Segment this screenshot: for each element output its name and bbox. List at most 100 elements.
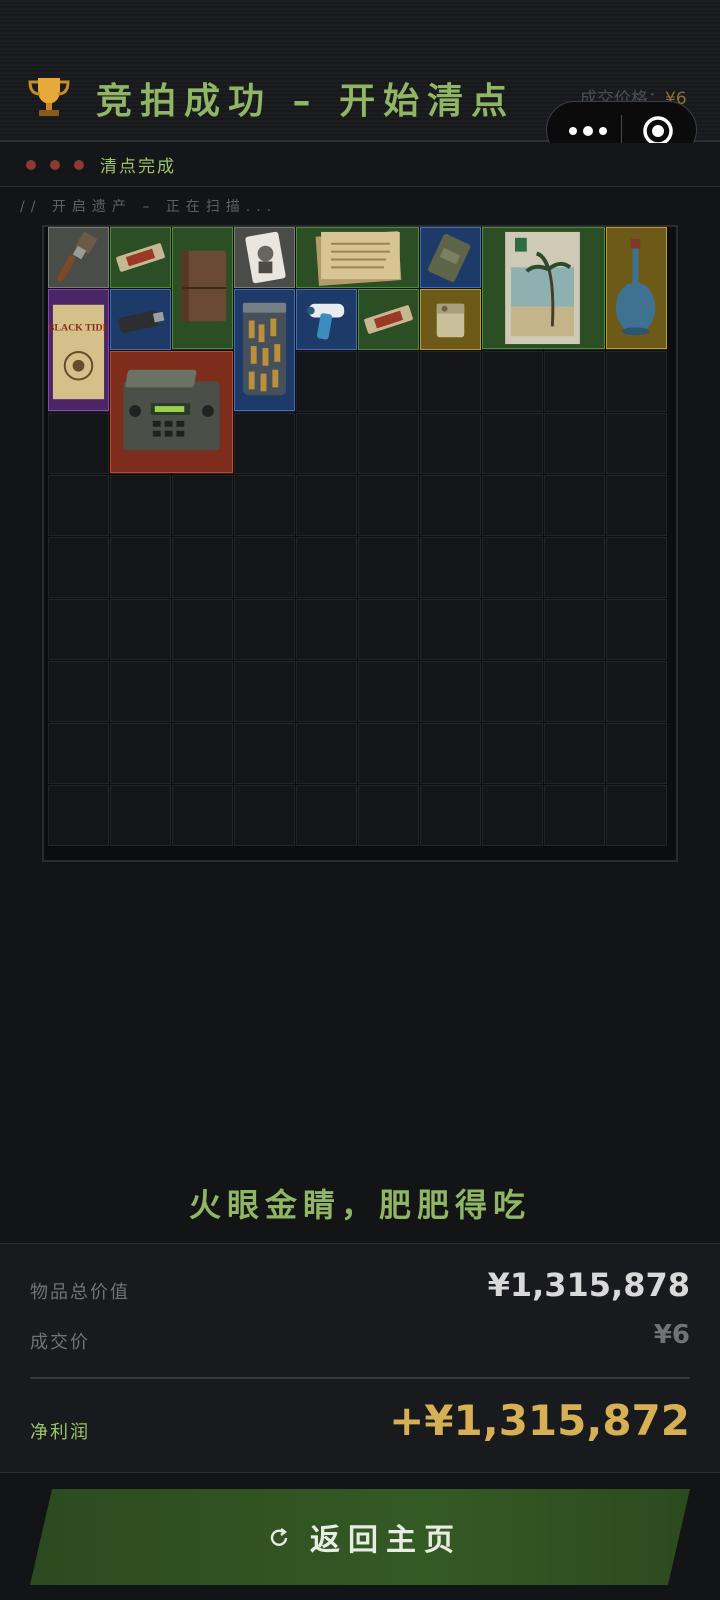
- grid-cell: [110, 537, 171, 598]
- item-beach-poster[interactable]: [482, 227, 605, 349]
- grid-cell: [296, 351, 357, 412]
- pack-icon: [428, 233, 471, 282]
- return-home-button[interactable]: 返回主页: [30, 1489, 690, 1585]
- grid-cell: [234, 661, 295, 722]
- grid-cell: [48, 475, 109, 536]
- grid-cell: [420, 351, 481, 412]
- grid-cell: [172, 537, 233, 598]
- item-ration-pack[interactable]: [420, 227, 481, 288]
- card-icon: [245, 231, 286, 284]
- grid-cell: [48, 413, 109, 474]
- item-energy-bar-2[interactable]: [358, 289, 419, 350]
- grid-cell: [420, 537, 481, 598]
- item-leather-notebook[interactable]: [172, 227, 233, 349]
- grid-cell: [544, 661, 605, 722]
- grid-cell: [606, 599, 667, 660]
- item-lighter[interactable]: [420, 289, 481, 350]
- grid-cell: [296, 413, 357, 474]
- grid-cell: [172, 661, 233, 722]
- magazine-icon: BLACK TIDE: [49, 304, 108, 400]
- page-title: 竞拍成功 – 开始清点: [96, 81, 516, 122]
- grid-cell: [48, 537, 109, 598]
- slogan: 火眼金睛，肥肥得吃: [188, 1186, 531, 1224]
- summary-divider: [30, 1377, 690, 1379]
- deal-price-value-2: ¥6: [653, 1320, 690, 1350]
- grid-cell: [110, 785, 171, 846]
- grid-cell: [544, 475, 605, 536]
- notebook-icon: [180, 250, 227, 322]
- item-playing-card[interactable]: [234, 227, 295, 288]
- inventory-grid: BLACK TIDE: [42, 225, 678, 862]
- grid-cell: [420, 413, 481, 474]
- scan-text: // 开启遗产 – 正在扫描...: [20, 199, 278, 215]
- grid-cell: [482, 475, 543, 536]
- grid-cell: [544, 599, 605, 660]
- grid-cell: [296, 723, 357, 784]
- total-value-label: 物品总价值: [30, 1282, 130, 1303]
- return-home-label: 返回主页: [310, 1524, 462, 1557]
- grid-cell: [482, 413, 543, 474]
- status-led: [74, 160, 84, 170]
- net-profit-value: +¥1,315,872: [389, 1396, 690, 1445]
- decanter-icon: [615, 238, 656, 336]
- grid-cell: [544, 537, 605, 598]
- grid-cell: [482, 351, 543, 412]
- trophy-icon: [28, 78, 70, 116]
- grid-cell: [296, 537, 357, 598]
- grid-cell: [48, 723, 109, 784]
- more-dots-icon[interactable]: [567, 122, 609, 140]
- grid-cell: [482, 537, 543, 598]
- deal-price-label-2: 成交价: [30, 1332, 90, 1353]
- grid-cell: [606, 723, 667, 784]
- grid-cell: [296, 785, 357, 846]
- item-old-papers[interactable]: [296, 227, 419, 288]
- paintbrush-icon: [56, 231, 97, 282]
- item-ammo-jar[interactable]: [234, 289, 295, 411]
- grid-cell: [110, 475, 171, 536]
- item-energy-bar[interactable]: [110, 227, 171, 288]
- grid-cell: [48, 661, 109, 722]
- grid-cell: [358, 537, 419, 598]
- grid-cell: [482, 661, 543, 722]
- item-ir-thermometer[interactable]: [296, 289, 357, 350]
- usb-icon: [118, 310, 165, 333]
- item-paint-brush[interactable]: [48, 227, 109, 288]
- lighter-icon: [436, 303, 465, 338]
- item-black-tide-magazine[interactable]: BLACK TIDE: [48, 289, 109, 411]
- grid-cell: [296, 475, 357, 536]
- grid-cell: [482, 599, 543, 660]
- grid-cell: [358, 351, 419, 412]
- grid-cell: [234, 599, 295, 660]
- radio-icon: [123, 369, 220, 451]
- grid-cell: [48, 599, 109, 660]
- grid-cell: [606, 661, 667, 722]
- item-blue-decanter[interactable]: [606, 227, 667, 349]
- grid-cell: [606, 785, 667, 846]
- grid-cell: [606, 413, 667, 474]
- grid-cell: [172, 785, 233, 846]
- grid-cell: [358, 661, 419, 722]
- grid-cell: [48, 785, 109, 846]
- grid-cell: [544, 351, 605, 412]
- grid-cell: [234, 785, 295, 846]
- grid-cell: [358, 785, 419, 846]
- grid-cell: [110, 599, 171, 660]
- grid-cell: [544, 413, 605, 474]
- grid-cell: [234, 475, 295, 536]
- grid-cell: [110, 723, 171, 784]
- grid-cell: [420, 661, 481, 722]
- item-usb-drive[interactable]: [110, 289, 171, 350]
- grid-cell: [296, 599, 357, 660]
- item-field-radio[interactable]: [110, 351, 233, 473]
- magazine-cover-label: BLACK TIDE: [49, 322, 108, 333]
- grid-cell: [296, 661, 357, 722]
- status-text: 清点完成: [100, 157, 176, 177]
- grid-cell: [172, 599, 233, 660]
- grid-cell: [358, 475, 419, 536]
- grid-cell: [482, 785, 543, 846]
- bar-icon: [116, 243, 165, 272]
- status-led: [26, 160, 36, 170]
- thermometer-icon: [306, 303, 345, 340]
- grid-cell: [110, 661, 171, 722]
- grid-cell: [234, 413, 295, 474]
